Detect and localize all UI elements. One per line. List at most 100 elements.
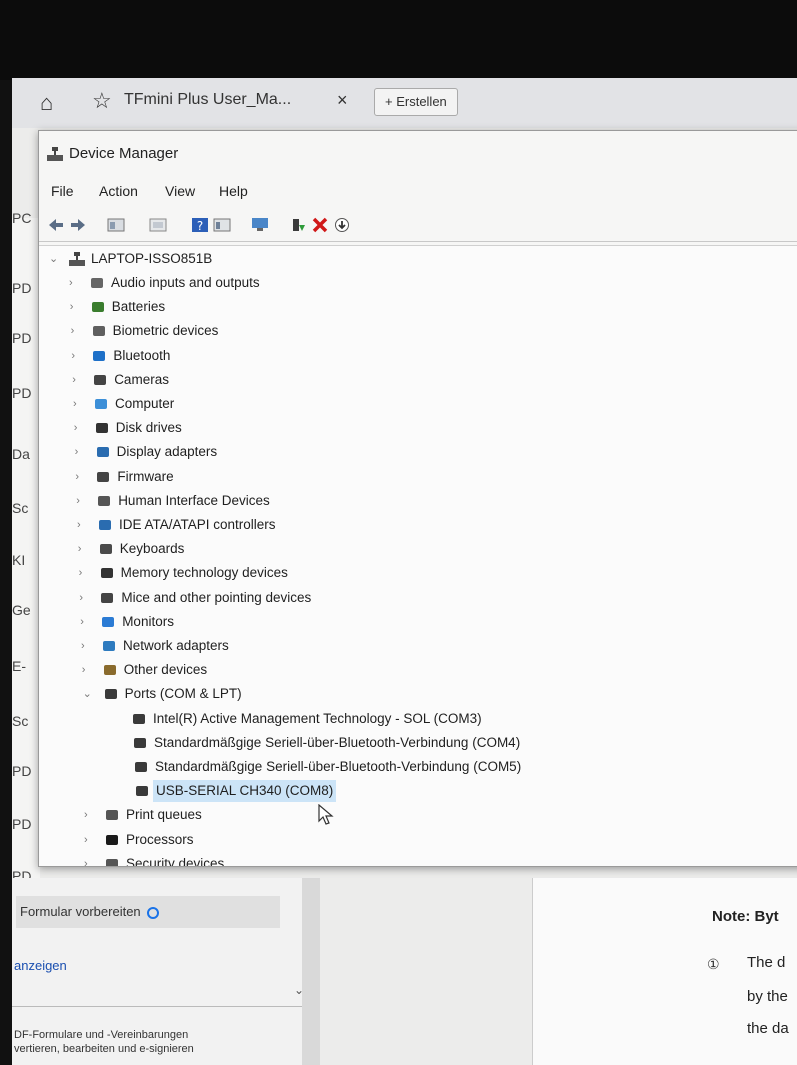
tree-port-device[interactable]: Standardmäßgige Seriell-über-Bluetooth-V… (112, 732, 672, 754)
scan-hardware-icon[interactable] (251, 217, 269, 233)
tree-category[interactable]: › Audio inputs and outputs (69, 272, 629, 294)
chevron-right-icon[interactable]: › (81, 635, 93, 657)
tree-category[interactable]: ⌄ Ports (COM & LPT) (83, 683, 643, 705)
hid-icon (98, 496, 111, 506)
tree-category[interactable]: › Network adapters (81, 635, 641, 657)
properties-view-icon[interactable] (107, 217, 125, 233)
document-text-line: The d (747, 954, 786, 971)
tree-category[interactable]: › Disk drives (74, 417, 634, 439)
tree-category[interactable]: › Firmware (75, 466, 635, 488)
tree-category[interactable]: › Monitors (80, 611, 640, 633)
tree-category[interactable]: › Processors (84, 829, 644, 851)
tree-category[interactable]: › Memory technology devices (79, 562, 639, 584)
tree-category[interactable]: › Security devices (84, 853, 644, 866)
panel-scrollbar[interactable] (302, 878, 320, 1065)
chevron-right-icon[interactable]: › (80, 611, 92, 633)
browser-tab-title[interactable]: TFmini Plus User_Ma... (124, 91, 291, 109)
left-list-item: PD (12, 763, 32, 779)
left-list-item: Ge (12, 602, 31, 618)
chevron-right-icon[interactable]: › (70, 296, 82, 318)
battery-icon (91, 302, 104, 312)
forward-arrow-icon[interactable] (69, 217, 87, 233)
tree-item-label: Processors (126, 832, 194, 847)
menu-file[interactable]: File (51, 183, 74, 199)
tree-item-label: Standardmäßgige Seriell-über-Bluetooth-V… (154, 735, 521, 750)
chevron-right-icon[interactable]: › (74, 417, 86, 439)
chevron-right-icon[interactable]: › (75, 466, 87, 488)
star-icon[interactable]: ☆ (92, 88, 112, 114)
monitor-icon (102, 617, 115, 627)
chevron-down-icon[interactable]: ⌄ (49, 248, 61, 270)
tree-item-label: Monitors (122, 614, 174, 629)
chevron-right-icon[interactable]: › (77, 514, 89, 536)
document-text-line: the da (747, 1020, 789, 1037)
tree-category[interactable]: › Keyboards (78, 538, 638, 560)
download-icon[interactable] (333, 217, 351, 233)
resource-view-icon[interactable] (213, 217, 231, 233)
monitor-bezel (0, 0, 797, 80)
chevron-down-icon[interactable]: ⌄ (294, 983, 304, 997)
tree-root-computer[interactable]: ⌄ LAPTOP-ISSO851B (49, 248, 349, 270)
tree-item-label: Cameras (114, 372, 169, 387)
tree-item-label: Network adapters (123, 638, 229, 653)
chevron-right-icon[interactable]: › (71, 345, 83, 367)
computer-icon (69, 252, 85, 266)
list-view-icon[interactable] (149, 217, 167, 233)
tree-item-label: Human Interface Devices (118, 493, 270, 508)
back-arrow-icon[interactable] (47, 217, 65, 233)
chevron-right-icon[interactable]: › (84, 829, 96, 851)
chevron-right-icon[interactable]: › (82, 659, 94, 681)
uninstall-x-icon[interactable] (311, 217, 329, 233)
tree-category[interactable]: › Batteries (70, 296, 630, 318)
chevron-down-icon[interactable]: ⌄ (83, 683, 95, 705)
computer-name: LAPTOP-ISSO851B (91, 251, 213, 266)
menu-help[interactable]: Help (219, 183, 248, 199)
tree-category[interactable]: › Display adapters (75, 441, 635, 463)
device-manager-window[interactable]: Device Manager File Action View Help ? ⌄ (38, 130, 797, 867)
tree-category[interactable]: › Other devices (82, 659, 642, 681)
chevron-right-icon[interactable]: › (71, 320, 83, 342)
chevron-right-icon[interactable]: › (79, 562, 91, 584)
chevron-right-icon[interactable]: › (69, 272, 81, 294)
tree-category[interactable]: › Print queues (84, 804, 644, 826)
window-titlebar[interactable]: Device Manager (39, 131, 797, 175)
window-title: Device Manager (69, 145, 179, 162)
update-driver-icon[interactable] (289, 217, 307, 233)
tree-category[interactable]: › Cameras (72, 369, 632, 391)
chevron-right-icon[interactable]: › (79, 587, 91, 609)
chevron-right-icon[interactable]: › (78, 538, 90, 560)
left-list-item: Da (12, 446, 30, 462)
menu-action[interactable]: Action (99, 183, 138, 199)
chevron-right-icon[interactable]: › (84, 853, 96, 866)
browser-toolbar: ⌂ ☆ TFmini Plus User_Ma... × + Erstellen (12, 78, 797, 128)
tree-category[interactable]: › Bluetooth (71, 345, 631, 367)
tree-category[interactable]: › IDE ATA/ATAPI controllers (77, 514, 637, 536)
tree-port-device[interactable]: USB-SERIAL CH340 (COM8) (114, 780, 674, 802)
network-icon (103, 641, 115, 651)
tree-category[interactable]: › Biometric devices (71, 320, 631, 342)
tree-category[interactable]: › Mice and other pointing devices (79, 587, 639, 609)
device-tree[interactable]: ⌄ LAPTOP-ISSO851B › Audio inputs and outp… (39, 245, 797, 866)
mouse-icon (101, 593, 114, 603)
tree-port-device[interactable]: Intel(R) Active Management Technology - … (111, 708, 671, 730)
serial-port-icon (133, 714, 145, 724)
printer-icon (106, 810, 118, 820)
chevron-right-icon[interactable]: › (76, 490, 88, 512)
chevron-right-icon[interactable]: › (72, 369, 84, 391)
tree-category[interactable]: › Computer (73, 393, 633, 415)
tab-close-button[interactable]: × (337, 90, 348, 111)
help-icon[interactable]: ? (191, 217, 209, 233)
home-icon[interactable]: ⌂ (40, 90, 53, 116)
tree-category[interactable]: › Human Interface Devices (76, 490, 636, 512)
chip-icon (97, 472, 110, 482)
prepare-form-item[interactable]: Formular vorbereiten (16, 896, 280, 928)
tree-item-label: Other devices (123, 662, 208, 677)
tree-port-device[interactable]: Standardmäßgige Seriell-über-Bluetooth-V… (113, 756, 673, 778)
chevron-right-icon[interactable]: › (73, 393, 85, 415)
chevron-right-icon[interactable]: › (84, 804, 96, 826)
menu-view[interactable]: View (165, 183, 195, 199)
show-link[interactable]: anzeigen (14, 958, 67, 973)
new-tab-button[interactable]: + Erstellen (374, 88, 458, 116)
pdf-forms-description: DF-Formulare und -Vereinbarungen vertier… (14, 1028, 294, 1056)
chevron-right-icon[interactable]: › (75, 441, 87, 463)
